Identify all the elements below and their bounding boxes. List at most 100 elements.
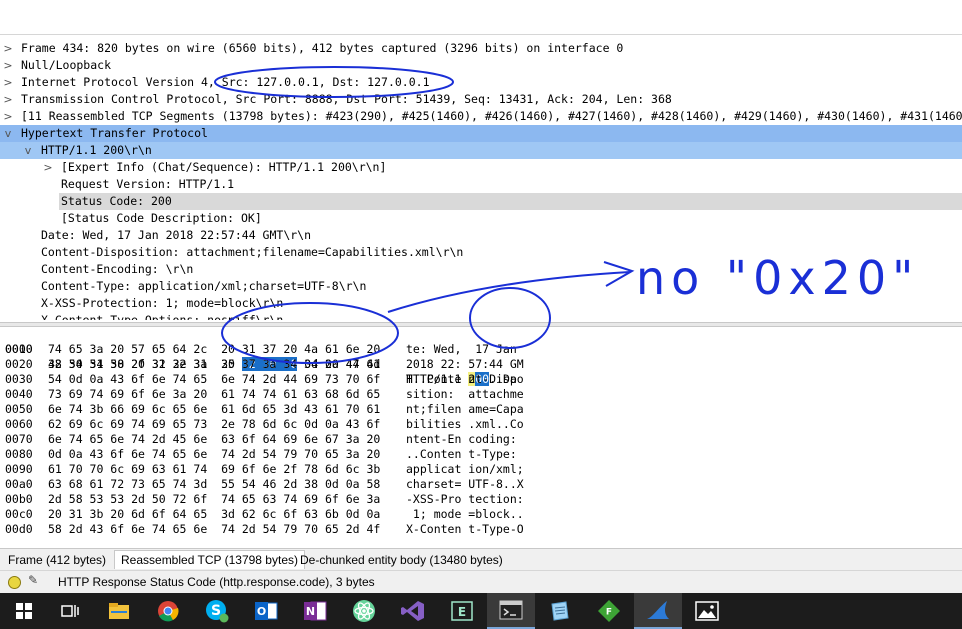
skype-icon[interactable]: S xyxy=(193,593,241,629)
hex-bytes[interactable]: 6e 74 65 6e 74 2d 45 6e 63 6f 64 69 6e 6… xyxy=(48,432,380,447)
file-explorer-icon[interactable] xyxy=(95,593,143,629)
hex-bytes[interactable]: 61 70 70 6c 69 63 61 74 69 6f 6e 2f 78 6… xyxy=(48,462,380,477)
tree-row-http-status-line[interactable]: v HTTP/1.1 200\r\n xyxy=(0,142,962,159)
ascii-bytes[interactable]: 2018 22: 57:44 GM xyxy=(406,357,524,372)
hex-offset: 00d0 xyxy=(5,522,33,536)
tree-row-xss-protection[interactable]: X-XSS-Protection: 1; mode=block\r\n xyxy=(0,295,962,312)
status-bar: ✎ HTTP Response Status Code (http.respon… xyxy=(0,570,962,593)
ascii-bytes[interactable]: X-Conten t-Type-O xyxy=(406,522,524,537)
hex-offset: 0060 xyxy=(5,417,33,431)
chevron-right-icon[interactable]: > xyxy=(42,159,54,176)
hex-bytes[interactable]: 32 30 31 38 20 32 32 3a 35 37 3a 34 34 2… xyxy=(48,357,380,372)
tree-row-label: Null/Loopback xyxy=(21,58,112,72)
tree-row-status-desc[interactable]: [Status Code Description: OK] xyxy=(0,210,962,227)
ascii-bytes[interactable]: 1; mode =block.. xyxy=(406,507,524,522)
packet-bytes-pane[interactable]: 0000 48 54 54 50 2f 31 2e 31 20 32 30 30… xyxy=(0,327,962,542)
tree-row-label: X-Content-Type-Options: nosniff\r\n xyxy=(41,313,284,320)
ascii-bytes[interactable]: T..Conte nt-Dispo xyxy=(406,372,524,387)
status-message: HTTP Response Status Code (http.response… xyxy=(58,575,375,589)
chevron-down-icon[interactable]: v xyxy=(22,142,34,159)
ascii-bytes[interactable]: ntent-En coding: xyxy=(406,432,524,447)
atom-icon[interactable] xyxy=(340,593,388,629)
hex-offset: 00a0 xyxy=(5,477,33,491)
tab-frame[interactable]: Frame (412 bytes) xyxy=(2,551,112,569)
chevron-right-icon[interactable]: > xyxy=(2,57,14,74)
tree-row-http[interactable]: v Hypertext Transfer Protocol xyxy=(0,125,962,142)
chevron-right-icon[interactable]: > xyxy=(2,74,14,91)
wireshark-icon[interactable] xyxy=(634,593,682,629)
task-view-icon[interactable] xyxy=(46,593,94,629)
tree-row-frame[interactable]: > Frame 434: 820 bytes on wire (6560 bit… xyxy=(0,40,962,57)
tree-row-content-encoding[interactable]: Content-Encoding: \r\n xyxy=(0,261,962,278)
windows-taskbar: S O N E F xyxy=(0,593,962,629)
svg-text:S: S xyxy=(211,603,221,619)
chevron-right-icon[interactable]: > xyxy=(2,40,14,57)
tree-row-content-disposition[interactable]: Content-Disposition: attachment;filename… xyxy=(0,244,962,261)
ascii-bytes[interactable]: te: Wed, 17 Jan xyxy=(406,342,524,357)
tree-row-tcp[interactable]: > Transmission Control Protocol, Src Por… xyxy=(0,91,962,108)
photos-icon[interactable] xyxy=(683,593,731,629)
hex-offset: 0030 xyxy=(5,372,33,386)
ascii-bytes[interactable]: applicat ion/xml; xyxy=(406,462,524,477)
tree-row-label: Date: Wed, 17 Jan 2018 22:57:44 GMT\r\n xyxy=(41,228,312,242)
hex-bytes[interactable]: 0d 0a 43 6f 6e 74 65 6e 74 2d 54 79 70 6… xyxy=(48,447,380,462)
chevron-right-icon[interactable]: > xyxy=(2,108,14,125)
hex-offset: 0090 xyxy=(5,462,33,476)
tree-row-date[interactable]: Date: Wed, 17 Jan 2018 22:57:44 GMT\r\n xyxy=(0,227,962,244)
hex-bytes[interactable]: 74 65 3a 20 57 65 64 2c 20 31 37 20 4a 6… xyxy=(48,342,380,357)
terminal-icon[interactable] xyxy=(487,593,535,629)
hex-bytes[interactable]: 73 69 74 69 6f 6e 3a 20 61 74 74 61 63 6… xyxy=(48,387,380,402)
tree-row-reassembled[interactable]: > [11 Reassembled TCP Segments (13798 by… xyxy=(0,108,962,125)
visual-studio-icon[interactable] xyxy=(389,593,437,629)
tree-row-status-code[interactable]: Status Code: 200 xyxy=(0,193,962,210)
hex-offset: 00b0 xyxy=(5,492,33,506)
tree-row-expert-info[interactable]: > [Expert Info (Chat/Sequence): HTTP/1.1… xyxy=(0,159,962,176)
tree-row-label: Content-Encoding: \r\n xyxy=(41,262,194,276)
toolbar-area xyxy=(0,0,962,35)
tree-row-content-type-options[interactable]: X-Content-Type-Options: nosniff\r\n xyxy=(0,312,962,320)
hex-row[interactable]: 0000 48 54 54 50 2f 31 2e 31 20 32 30 30… xyxy=(0,327,517,386)
green-app-icon[interactable]: F xyxy=(585,593,633,629)
chevron-down-icon[interactable]: v xyxy=(2,125,14,142)
tree-row-label: [Expert Info (Chat/Sequence): HTTP/1.1 2… xyxy=(61,160,387,174)
svg-text:O: O xyxy=(257,605,266,618)
hex-bytes[interactable]: 63 68 61 72 73 65 74 3d 55 54 46 2d 38 0… xyxy=(48,477,380,492)
editor-icon[interactable]: E xyxy=(438,593,486,629)
hex-offset: 0050 xyxy=(5,402,33,416)
tree-row-label: Transmission Control Protocol, Src Port:… xyxy=(21,92,672,106)
hex-offset: 0040 xyxy=(5,387,33,401)
svg-text:E: E xyxy=(458,605,466,619)
tab-dechunked-body[interactable]: De-chunked entity body (13480 bytes) xyxy=(294,551,509,569)
tree-row-label: Request Version: HTTP/1.1 xyxy=(61,177,235,191)
ascii-bytes[interactable]: charset= UTF-8..X xyxy=(406,477,524,492)
tree-row-request-version[interactable]: Request Version: HTTP/1.1 xyxy=(0,176,962,193)
expert-info-icon[interactable] xyxy=(8,576,21,589)
hex-bytes[interactable]: 2d 58 53 53 2d 50 72 6f 74 65 63 74 69 6… xyxy=(48,492,380,507)
ascii-bytes[interactable]: nt;filen ame=Capa xyxy=(406,402,524,417)
tab-reassembled-tcp[interactable]: Reassembled TCP (13798 bytes) xyxy=(114,550,305,569)
hex-bytes[interactable]: 20 31 3b 20 6d 6f 64 65 3d 62 6c 6f 63 6… xyxy=(48,507,380,522)
hex-bytes[interactable]: 6e 74 3b 66 69 6c 65 6e 61 6d 65 3d 43 6… xyxy=(48,402,380,417)
tree-row-label: Content-Type: application/xml;charset=UT… xyxy=(41,279,367,293)
tree-row-ipv4[interactable]: > Internet Protocol Version 4, Src: 127.… xyxy=(0,74,962,91)
hex-bytes[interactable]: 62 69 6c 69 74 69 65 73 2e 78 6d 6c 0d 0… xyxy=(48,417,380,432)
ascii-bytes[interactable]: ..Conten t-Type: xyxy=(406,447,524,462)
packet-details-pane[interactable]: > Frame 434: 820 bytes on wire (6560 bit… xyxy=(0,40,962,320)
notepad-icon[interactable] xyxy=(536,593,584,629)
pencil-icon[interactable]: ✎ xyxy=(28,573,38,587)
tree-row-label: [11 Reassembled TCP Segments (13798 byte… xyxy=(21,109,962,123)
hex-bytes[interactable]: 54 0d 0a 43 6f 6e 74 65 6e 74 2d 44 69 7… xyxy=(48,372,380,387)
ascii-bytes[interactable]: sition: attachme xyxy=(406,387,524,402)
outlook-icon[interactable]: O xyxy=(242,593,290,629)
tree-row-null-loopback[interactable]: > Null/Loopback xyxy=(0,57,962,74)
tree-row-content-type[interactable]: Content-Type: application/xml;charset=UT… xyxy=(0,278,962,295)
ascii-bytes[interactable]: -XSS-Pro tection: xyxy=(406,492,524,507)
chrome-icon[interactable] xyxy=(144,593,192,629)
windows-start-icon[interactable] xyxy=(0,593,48,629)
tree-row-label: X-XSS-Protection: 1; mode=block\r\n xyxy=(41,296,284,310)
svg-text:N: N xyxy=(306,605,315,618)
chevron-right-icon[interactable]: > xyxy=(2,91,14,108)
hex-bytes[interactable]: 58 2d 43 6f 6e 74 65 6e 74 2d 54 79 70 6… xyxy=(48,522,380,537)
ascii-bytes[interactable]: bilities .xml..Co xyxy=(406,417,524,432)
onenote-icon[interactable]: N xyxy=(291,593,339,629)
